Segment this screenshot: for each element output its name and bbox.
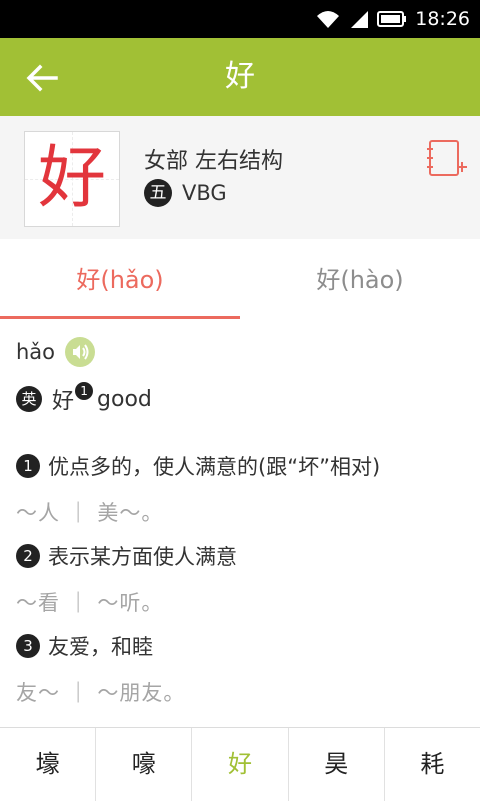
signal-icon [349,9,369,29]
definition-number: 3 [16,634,40,658]
neighbor-character-nav: 壕 嚎 好 昊 耗 [0,727,480,801]
wubi-row: 五 VBG [144,179,227,207]
speaker-icon [73,344,89,360]
wifi-icon [315,8,341,30]
definition-text: 友爱，和睦 [48,635,153,659]
nav-character[interactable]: 耗 [385,728,480,801]
tab-hao3[interactable]: 好(hǎo) [0,239,240,319]
definition-text: 表示某方面使人满意 [48,545,237,569]
definition-example: ～看 ｜ ～听。 [16,591,164,615]
add-to-notebook-icon [427,140,467,176]
wubi-badge: 五 [144,179,172,207]
definition-example: ～人 ｜ 美～。 [16,501,164,525]
definition-content[interactable]: hǎo 英 好 1 good 1 优点多的，使人满意的(跟“坏”相对) ～人 ｜… [0,319,480,727]
status-bar: 18:26 [0,0,480,38]
english-row: 英 好 1 good [16,382,152,415]
character-header: 好 女部 左右结构 五 VBG [0,116,480,239]
definition-example: 友～ ｜ ～朋友。 [16,681,186,705]
page-title: 好 [225,59,255,94]
english-word: good [97,386,152,412]
radical-structure: 女部 左右结构 [144,149,283,174]
english-char: 好 [52,389,75,414]
status-time: 18:26 [415,8,470,30]
character-box: 好 [24,131,120,227]
tab-hao4[interactable]: 好(hào) [240,239,480,319]
pronunciation-tabs: 好(hǎo) 好(hào) [0,239,480,319]
nav-character-current[interactable]: 好 [192,728,289,801]
definition-item: 1 优点多的，使人满意的(跟“坏”相对) [16,451,380,481]
pinyin-text: hǎo [16,340,56,364]
definition-number: 1 [16,454,40,478]
definition-number: 2 [16,544,40,568]
arrow-left-icon [26,64,58,92]
back-button[interactable] [22,58,62,98]
definition-item: 3 友爱，和睦 [16,631,153,661]
app-bar: 好 [0,38,480,116]
battery-icon [377,10,407,28]
character-glyph: 好 [37,139,106,218]
definition-item: 2 表示某方面使人满意 [16,541,237,571]
speaker-button[interactable] [65,337,96,367]
add-notebook-button[interactable] [425,138,469,182]
english-badge: 英 [16,386,42,412]
english-sense-number: 1 [75,382,94,400]
nav-character[interactable]: 嚎 [96,728,193,801]
definition-text: 优点多的，使人满意的(跟“坏”相对) [48,455,381,479]
pinyin-row: hǎo [16,337,96,367]
nav-character[interactable]: 壕 [0,728,97,801]
wubi-code: VBG [182,181,227,205]
nav-character[interactable]: 昊 [289,728,385,801]
